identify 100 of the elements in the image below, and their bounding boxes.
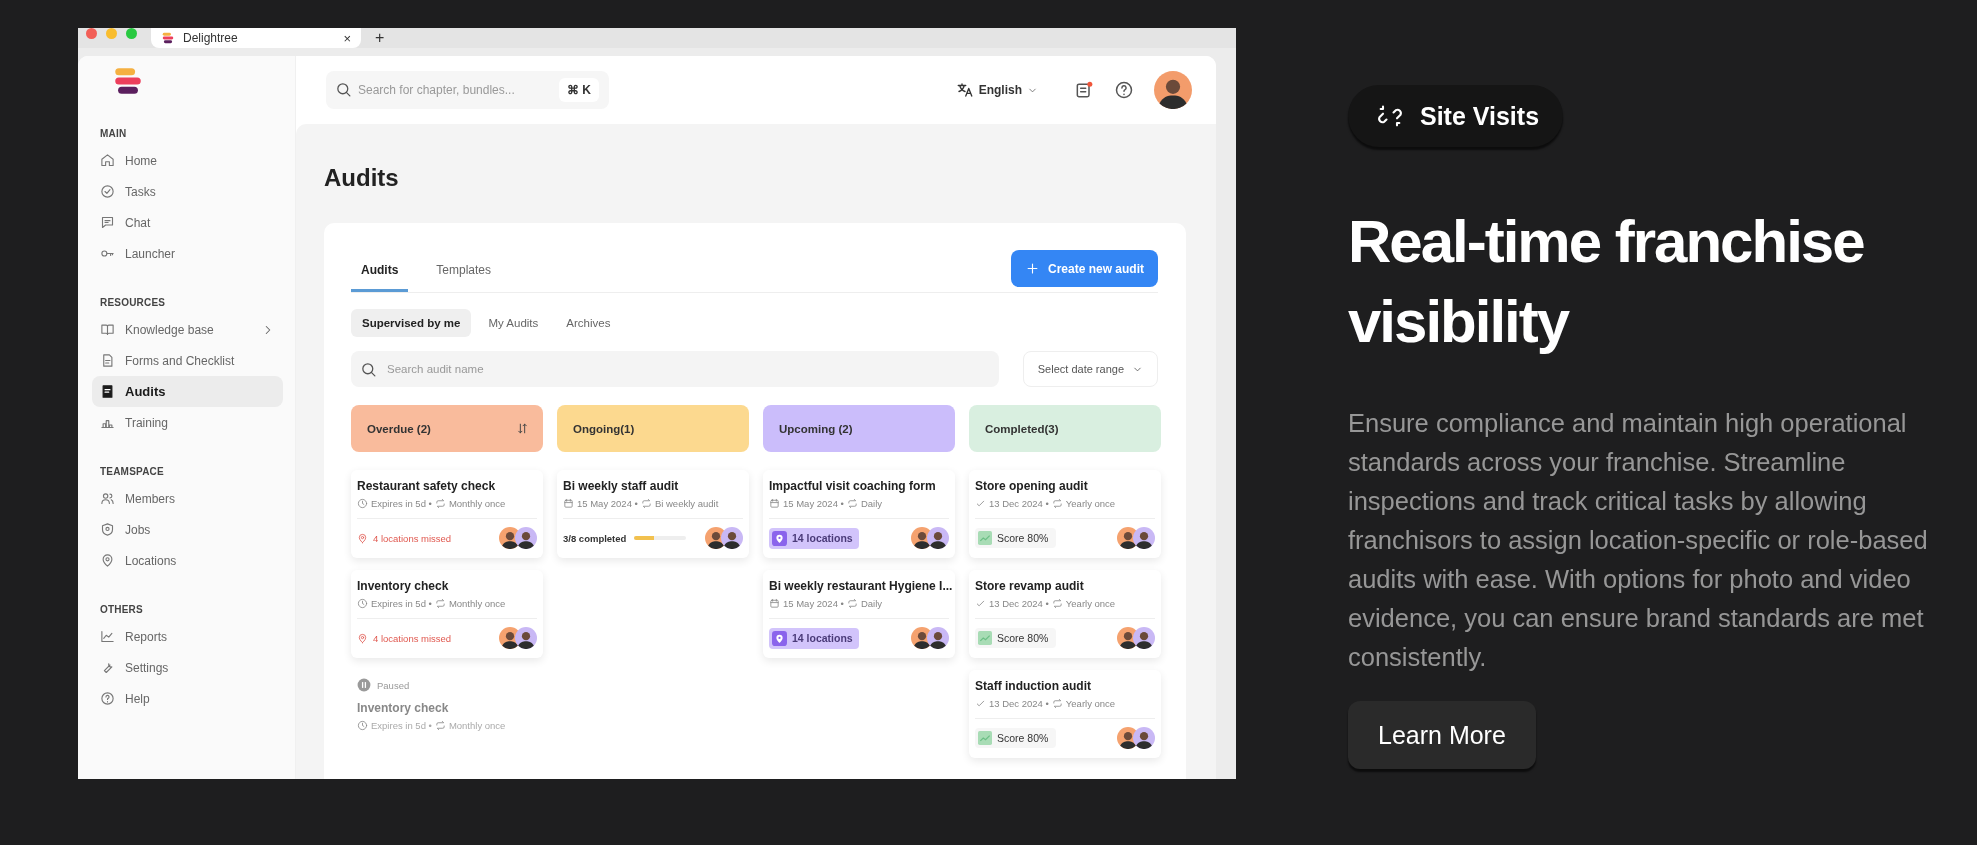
date-range-dropdown[interactable]: Select date range [1022,351,1158,387]
card-frequency: Yearly once [1065,598,1116,609]
audit-card[interactable]: Bi weekly staff audit 15 May 2024 • Bi weekly audit 3/8 completed [557,470,749,558]
filter-chip[interactable]: Supervised by me [351,309,472,337]
headline: Real-time franchise visibility [1348,207,1865,357]
section-title: OTHERS [100,604,144,615]
card-frequency: Yearly once [1065,698,1116,709]
sidebar-item[interactable]: Knowledge base [92,314,283,345]
new-tab-button[interactable]: + [375,29,385,47]
column-title: Ongoing(1) [573,422,635,435]
repeat-icon [846,598,858,609]
location-pin-icon [100,553,115,568]
audit-card[interactable]: Bi weekly restaurant Hygiene I... 15 May 2024 • Daily 14 locations [763,570,955,658]
score-tag: Score 80% [975,728,1057,748]
locations-tag: 14 locations [769,527,859,549]
sidebar-item[interactable]: Reports [92,621,283,652]
language-selector[interactable]: English [955,81,1038,99]
card-title: Impactful visit coaching form [769,478,937,494]
sidebar-item[interactable]: Forms and Checklist [92,345,283,376]
repeat-icon [1051,698,1063,709]
home-icon [100,153,115,168]
check-circle-icon [100,184,115,199]
repeat-icon [1051,598,1063,609]
tab-title: Delightree [183,31,239,45]
sidebar-item[interactable]: Locations [92,545,283,576]
audit-card[interactable]: Store opening audit 13 Dec 2024 • Yearly once Score 80% [969,470,1161,558]
card-frequency: Daily [860,498,883,509]
card-frequency: Daily [860,598,883,609]
close-tab-button[interactable]: × [343,30,351,46]
sidebar-item[interactable]: Help [92,683,283,714]
card-title: Inventory check [357,578,450,594]
sidebar-item[interactable]: Settings [92,652,283,683]
shield-icon [100,522,115,537]
repeat-icon [1051,498,1063,509]
line-chart-icon [100,629,115,644]
card-frequency: Monthly once [448,498,506,509]
avatar [1133,727,1155,749]
column-title: Completed(3) [985,422,1059,435]
score-tag: Score 80% [975,628,1057,648]
progress-bar [634,536,687,540]
repeat-icon [434,720,446,731]
help-icon [100,691,115,706]
page-title: Audits [324,164,400,192]
avatar [1133,527,1155,549]
card-title: Restaurant safety check [357,478,497,494]
search-field[interactable]: Search audit name [351,351,999,387]
missed-locations: 4 locations missed [373,632,452,644]
people-icon [100,491,115,506]
filter-chip[interactable]: Archives [555,309,622,337]
sidebar-item[interactable]: Audits [92,376,283,407]
sidebar-item[interactable]: Members [92,483,283,514]
chat-icon [100,215,115,230]
book-icon [100,322,115,337]
sidebar-item[interactable]: Training [92,407,283,438]
audit-card[interactable]: Inventory check Expires in 5d • Monthly once 4 locations missed [351,570,543,658]
location-pin-icon [772,630,787,646]
card-title: Store revamp audit [975,578,1085,594]
sidebar-item[interactable]: Home [92,145,283,176]
sidebar-item[interactable]: Jobs [92,514,283,545]
tab[interactable]: Templates [426,249,502,292]
translate-icon [955,81,974,99]
search-icon [360,361,377,378]
audit-card[interactable]: Store revamp audit 13 Dec 2024 • Yearly once Score 80% [969,570,1161,658]
location-pin-icon [772,530,787,546]
sort-icon[interactable] [516,422,529,435]
filter-chip[interactable]: My Audits [477,309,550,337]
card-date: 13 Dec 2024 • [989,698,1049,709]
learn-more-button[interactable]: Learn More [1348,701,1536,769]
section-title: RESOURCES [100,297,167,308]
browser-tab[interactable]: Delightree × [151,28,361,48]
notification-icon[interactable] [1074,80,1094,100]
checkmark-icon [975,698,986,709]
sidebar-item[interactable]: Tasks [92,176,283,207]
avatar [927,627,949,649]
card-title: Bi weekly staff audit [563,478,680,494]
audit-card[interactable]: Impactful visit coaching form 15 May 2024 • Daily 14 locations [763,470,955,558]
avatar [515,527,537,549]
create-audit-button[interactable]: Create new audit [1010,250,1158,287]
card-frequency: Monthly once [448,720,506,731]
tab[interactable]: Audits [351,249,409,292]
help-icon[interactable] [1114,80,1134,100]
checkmark-icon [975,498,986,509]
sidebar-item[interactable]: Chat [92,207,283,238]
card-title: Inventory check [357,700,450,716]
card-date: 15 May 2024 • [783,598,844,609]
sidebar-item[interactable]: Launcher [92,238,283,269]
progress-text: 3/8 completed [563,532,627,544]
avatar [927,527,949,549]
calendar-icon [769,598,780,609]
calendar-icon [563,498,574,509]
section-title: TEAMSPACE [100,466,165,477]
search-icon [335,81,352,98]
repeat-icon [434,598,446,609]
window-control[interactable] [86,28,97,39]
column-title: Overdue (2) [367,422,431,435]
score-tag: Score 80% [975,528,1057,548]
audit-card[interactable]: Restaurant safety check Expires in 5d • Monthly once 4 locations missed [351,470,543,558]
card-frequency: Yearly once [1065,498,1116,509]
shortcut-key: ⌘ K [559,78,599,102]
audit-card[interactable]: Staff induction audit 13 Dec 2024 • Yearly once Score 80% [969,670,1161,758]
